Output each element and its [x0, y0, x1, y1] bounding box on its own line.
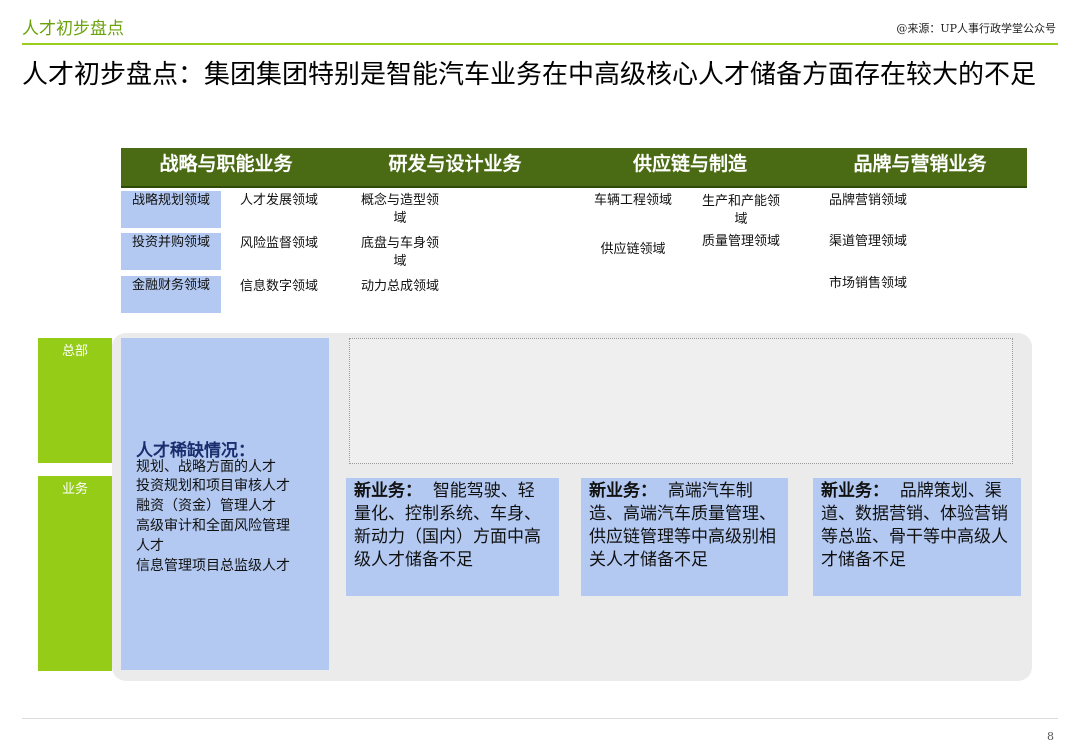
talent-shortage-item: 投资规划和项目审核人才 — [136, 478, 290, 494]
new-business-brand-box: 新业务： 品牌策划、渠道、数据营销、体验营销等总监、骨干等中高级人才储备不足 — [813, 478, 1021, 596]
new-business-supply-box: 新业务： 高端汽车制造、高端汽车质量管理、供应链管理等中高级别相关人才储备不足 — [581, 478, 788, 596]
domain-finance: 金融财务领域 — [121, 276, 221, 313]
domain-info-digital: 信息数字领域 — [239, 279, 318, 294]
domain-risk-monitoring: 风险监督领域 — [239, 236, 318, 251]
domain-production-capacity: 生产和产能领域 — [701, 194, 780, 227]
talent-shortage-item: 高级审计和全面风险管理 — [136, 518, 290, 534]
page-title: 人才初步盘点：集团集团特别是智能汽车业务在中高级核心人才储备方面存在较大的不足 — [22, 60, 1037, 90]
domain-investment-ma: 投资并购领域 — [121, 233, 221, 270]
hq-empty-area — [349, 338, 1013, 464]
domain-strategy-planning: 战略规划领域 — [121, 191, 221, 228]
category-strategy-function: 战略与职能业务 — [159, 153, 293, 175]
domain-brand-marketing: 品牌营销领域 — [828, 193, 907, 208]
footer-divider — [22, 718, 1058, 719]
category-brand-marketing: 品牌与营销业务 — [853, 153, 987, 175]
talent-shortage-item: 规划、战略方面的人才 — [136, 459, 276, 475]
new-business-label: 新业务： — [354, 481, 422, 501]
hq-label: 总部 — [61, 344, 88, 359]
domain-market-sales: 市场销售领域 — [828, 276, 907, 291]
new-business-label: 新业务： — [589, 481, 657, 501]
slide-section-title: 人才初步盘点 — [22, 19, 124, 39]
domain-channel-management: 渠道管理领域 — [828, 234, 907, 249]
category-rd-design: 研发与设计业务 — [388, 153, 522, 175]
business-side-bar — [38, 476, 112, 671]
domain-vehicle-engineering: 车辆工程领域 — [593, 193, 672, 208]
domain-talent-development: 人才发展领域 — [239, 193, 318, 208]
domain-supply-chain: 供应链领域 — [600, 242, 666, 257]
domain-powertrain: 动力总成领域 — [360, 279, 439, 294]
domain-quality-management: 质量管理领域 — [701, 234, 780, 249]
header-divider — [22, 43, 1058, 45]
new-business-label: 新业务： — [821, 481, 889, 501]
category-supply-manufacturing: 供应链与制造 — [632, 153, 747, 175]
business-label: 业务 — [61, 482, 88, 497]
talent-shortage-item: 信息管理项目总监级人才 — [136, 558, 290, 574]
talent-shortage-item: 融资（资金）管理人才 — [136, 498, 276, 514]
new-business-rd-box: 新业务： 智能驾驶、轻量化、控制系统、车身、新动力（国内）方面中高级人才储备不足 — [346, 478, 559, 596]
source-note: @来源：UP人事行政学堂公众号 — [896, 22, 1056, 35]
domain-chassis-body: 底盘与车身领域 — [360, 236, 439, 269]
domain-concept-styling: 概念与造型领域 — [360, 193, 439, 226]
talent-shortage-item: 人才 — [136, 538, 164, 554]
page-number: 8 — [1047, 730, 1054, 743]
